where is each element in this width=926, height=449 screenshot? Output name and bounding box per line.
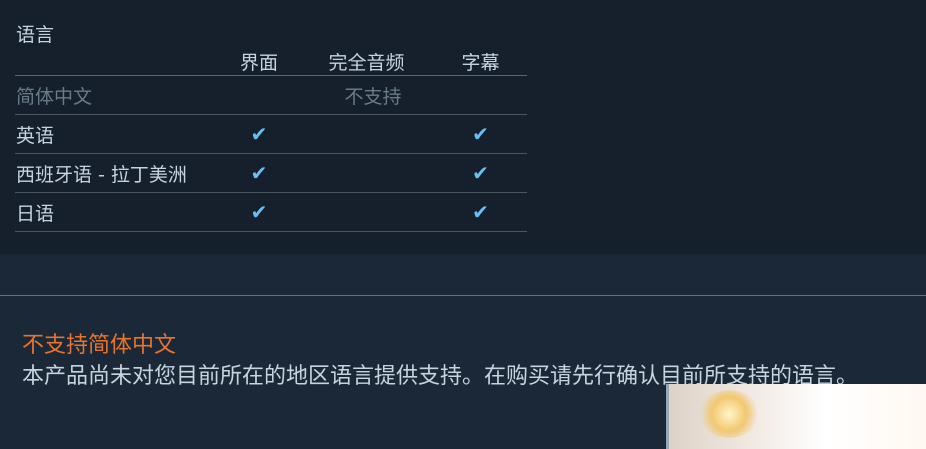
interface-cell: ✔ [219, 192, 299, 232]
checkmark-icon: ✔ [250, 200, 268, 224]
language-table-header: 界面 完全音频 字幕 [15, 48, 527, 76]
language-table: 界面 完全音频 字幕 简体中文 不支持 英语 ✔ ✔ 西班牙语 - 拉丁美洲 ✔… [15, 48, 527, 232]
checkmark-icon: ✔ [250, 122, 268, 146]
header-full-audio: 完全音频 [299, 48, 434, 76]
header-interface: 界面 [219, 48, 299, 76]
subtitles-cell: ✔ [434, 114, 527, 154]
subtitles-cell: ✔ [434, 192, 527, 232]
header-subtitles: 字幕 [434, 48, 527, 76]
full-audio-cell [299, 114, 434, 154]
full-audio-cell [299, 153, 434, 193]
interface-cell: ✔ [219, 114, 299, 154]
checkmark-icon: ✔ [250, 161, 268, 185]
language-name: 英语 [15, 114, 219, 154]
checkmark-icon: ✔ [472, 161, 489, 185]
notice-divider [0, 295, 926, 296]
full-audio-cell [299, 192, 434, 232]
interface-cell: ✔ [219, 153, 299, 193]
language-name: 西班牙语 - 拉丁美洲 [15, 153, 219, 193]
header-language [15, 48, 219, 76]
language-heading: 语言 [16, 24, 55, 46]
language-row-japanese: 日语 ✔ ✔ [15, 192, 527, 232]
unsupported-note: 不支持 [219, 75, 527, 115]
checkmark-icon: ✔ [472, 200, 489, 224]
language-row-english: 英语 ✔ ✔ [15, 114, 527, 154]
language-name: 简体中文 [15, 75, 219, 115]
language-panel: 语言 界面 完全音频 字幕 简体中文 不支持 英语 ✔ ✔ 西班牙语 - 拉丁美… [0, 0, 926, 254]
watermark-image [666, 384, 926, 449]
notice-title: 不支持简体中文 [22, 333, 177, 358]
language-row-spanish-latam: 西班牙语 - 拉丁美洲 ✔ ✔ [15, 153, 527, 193]
checkmark-icon: ✔ [472, 122, 489, 146]
language-row-simplified-chinese: 简体中文 不支持 [15, 75, 527, 115]
subtitles-cell: ✔ [434, 153, 527, 193]
language-name: 日语 [15, 192, 219, 232]
watermark-glow [699, 390, 759, 438]
